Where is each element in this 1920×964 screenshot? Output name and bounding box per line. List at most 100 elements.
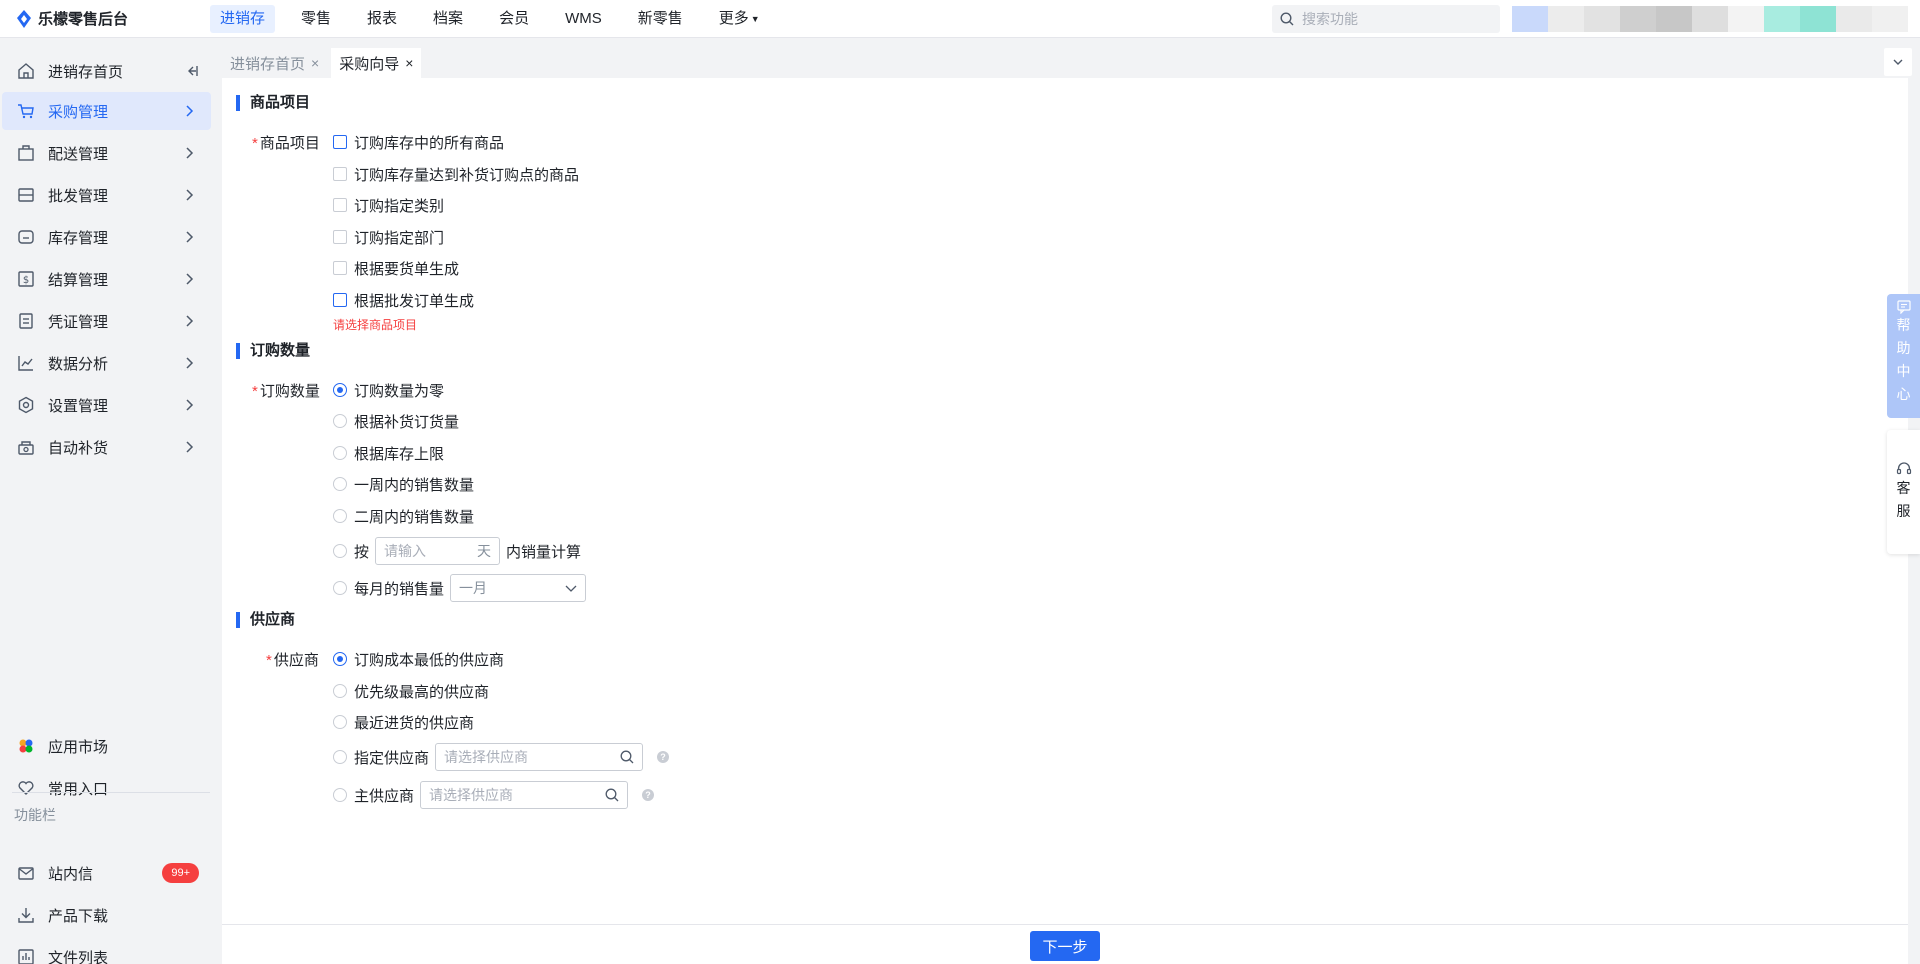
brand[interactable]: 乐檬零售后台 — [0, 8, 210, 29]
topnav-item-archives[interactable]: 档案 — [423, 5, 473, 33]
option-specified-supplier[interactable]: 指定供应商 请选择供应商 ? — [333, 743, 670, 771]
sidebar-item-settlement[interactable]: $ 结算管理 — [2, 260, 211, 298]
sidebar-item-voucher[interactable]: 凭证管理 — [2, 302, 211, 340]
checkbox[interactable] — [333, 293, 347, 307]
radio[interactable] — [333, 544, 347, 558]
sidebar-item-auto-replenish[interactable]: 自动补货 — [2, 428, 211, 466]
sidebar-item-delivery[interactable]: 配送管理 — [2, 134, 211, 172]
days-input[interactable]: 请输入 天 — [375, 537, 501, 565]
option-quantity-zero[interactable]: 订购数量为零 — [333, 380, 444, 400]
help-center-button[interactable]: 帮 助 中 心 — [1887, 294, 1920, 418]
user-area-redacted[interactable] — [1512, 6, 1908, 32]
sidebar-item-purchase[interactable]: 采购管理 — [2, 92, 211, 130]
option-from-wholesale-order[interactable]: 根据批发订单生成 — [333, 290, 474, 310]
option-main-supplier[interactable]: 主供应商 请选择供应商 ? — [333, 781, 655, 809]
customer-service-button[interactable]: 客 服 — [1887, 430, 1920, 554]
option-label: 指定供应商 — [354, 749, 430, 767]
checkbox[interactable] — [333, 261, 347, 275]
sidebar-item-wholesale[interactable]: 批发管理 — [2, 176, 211, 214]
option-one-week-sales[interactable]: 一周内的销售数量 — [333, 474, 474, 494]
topnav-item-reports[interactable]: 报表 — [357, 5, 407, 33]
days-input-placeholder: 请输入 — [384, 543, 427, 559]
option-stock-upper-limit[interactable]: 根据库存上限 — [333, 443, 444, 463]
radio[interactable] — [333, 684, 347, 698]
tab-jxc-home[interactable]: 进销存首页 × — [222, 48, 328, 78]
sidebar-item-label: 配送管理 — [48, 145, 109, 163]
topnav-item-wms[interactable]: WMS — [555, 5, 612, 33]
topnav-item-jxc[interactable]: 进销存 — [210, 4, 276, 33]
option-monthly-sales[interactable]: 每月的销售量 一月 — [333, 574, 592, 602]
radio[interactable] — [333, 477, 347, 491]
sidebar-item-label: 自动补货 — [48, 439, 109, 457]
checkbox[interactable] — [333, 198, 347, 212]
topnav-item-new-retail[interactable]: 新零售 — [628, 5, 693, 33]
tabs-dropdown-button[interactable] — [1884, 48, 1912, 76]
radio[interactable] — [333, 509, 347, 523]
sidebar-item-jxc-home[interactable]: 进销存首页 — [2, 52, 211, 90]
checkbox[interactable] — [333, 230, 347, 244]
close-icon[interactable]: × — [405, 55, 413, 71]
option-specified-category[interactable]: 订购指定类别 — [333, 195, 444, 215]
radio[interactable] — [333, 652, 347, 666]
radio[interactable] — [333, 446, 347, 460]
purchase-wizard-form: 商品项目 * 商品项目 订购库存中的所有商品 订购库存量达到补货订购点的商品 订购… — [222, 78, 1908, 924]
sidebar-item-label: 产品下载 — [48, 907, 109, 925]
section-title-items: 商品项目 — [236, 95, 310, 111]
download-icon — [16, 905, 36, 925]
option-specified-department[interactable]: 订购指定部门 — [333, 227, 444, 247]
search-input[interactable]: 搜索功能 — [1272, 5, 1500, 33]
radio[interactable] — [333, 414, 347, 428]
sidebar-item-label: 采购管理 — [48, 103, 109, 121]
sidebar-item-inventory[interactable]: 库存管理 — [2, 218, 211, 256]
sidebar-item-data-analysis[interactable]: 数据分析 — [2, 344, 211, 382]
radio[interactable] — [333, 715, 347, 729]
checkbox[interactable] — [333, 135, 347, 149]
sidebar-item-messages[interactable]: 站内信 99+ — [2, 854, 211, 892]
radio[interactable] — [333, 581, 347, 595]
heart-icon — [16, 778, 36, 798]
option-lowest-cost-supplier[interactable]: 订购成本最低的供应商 — [333, 649, 504, 669]
sidebar-item-settings[interactable]: 设置管理 — [2, 386, 211, 424]
home-icon — [16, 61, 36, 81]
checkbox[interactable] — [333, 167, 347, 181]
radio[interactable] — [333, 383, 347, 397]
sidebar-item-file-list[interactable]: 文件列表 — [2, 938, 211, 964]
radio[interactable] — [333, 750, 347, 764]
option-recent-supplier[interactable]: 最近进货的供应商 — [333, 712, 474, 732]
option-from-requisition[interactable]: 根据要货单生成 — [333, 258, 459, 278]
collapse-sidebar-icon[interactable] — [183, 63, 199, 83]
option-by-days-sales[interactable]: 按 请输入 天 内销量计算 — [333, 537, 581, 565]
next-step-button[interactable]: 下一步 — [1030, 931, 1100, 961]
footer-bar: 下一步 — [222, 924, 1908, 964]
topnav-item-members[interactable]: 会员 — [489, 5, 539, 33]
option-label: 最近进货的供应商 — [354, 714, 475, 732]
option-replenish-quantity[interactable]: 根据补货订货量 — [333, 411, 459, 431]
option-two-week-sales[interactable]: 二周内的销售数量 — [333, 506, 474, 526]
settlement-icon: $ — [16, 269, 36, 289]
tab-purchase-wizard[interactable]: 采购向导 × — [331, 48, 422, 78]
sidebar-item-label: 凭证管理 — [48, 313, 109, 331]
required-mark: * — [252, 135, 258, 152]
help-question-icon[interactable]: ? — [642, 789, 655, 801]
search-icon[interactable] — [620, 750, 634, 764]
option-reorder-point-goods[interactable]: 订购库存量达到补货订购点的商品 — [333, 164, 579, 184]
sidebar-item-download[interactable]: 产品下载 — [2, 896, 211, 934]
help-char: 帮 — [1896, 317, 1911, 333]
month-select[interactable]: 一月 — [450, 574, 587, 602]
topnav-item-more[interactable]: 更多 ▼ — [709, 5, 770, 33]
search-icon[interactable] — [605, 788, 619, 802]
topnav-item-retail[interactable]: 零售 — [291, 5, 341, 33]
required-mark: * — [252, 383, 258, 400]
option-all-stock-goods[interactable]: 订购库存中的所有商品 — [333, 132, 504, 152]
chevron-down-icon — [1893, 59, 1903, 65]
sidebar-item-app-market[interactable]: 应用市场 — [2, 727, 211, 765]
specified-supplier-input[interactable]: 请选择供应商 — [435, 743, 644, 771]
option-highest-priority-supplier[interactable]: 优先级最高的供应商 — [333, 681, 489, 701]
option-label: 订购数量为零 — [354, 382, 445, 400]
close-icon[interactable]: × — [311, 55, 319, 71]
option-label: 一周内的销售数量 — [354, 476, 475, 494]
radio[interactable] — [333, 788, 347, 802]
sidebar-item-favorites[interactable]: 常用入口 — [2, 769, 211, 807]
help-question-icon[interactable]: ? — [657, 751, 670, 763]
main-supplier-input[interactable]: 请选择供应商 — [420, 781, 629, 809]
